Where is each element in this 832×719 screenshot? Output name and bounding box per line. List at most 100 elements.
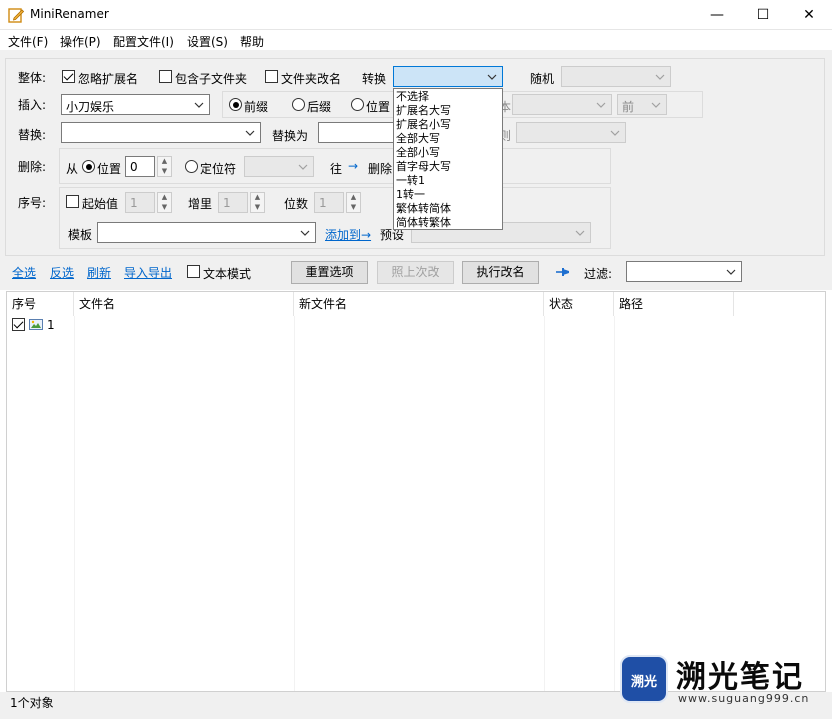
position-radio[interactable]	[351, 98, 364, 111]
row-checkbox[interactable]	[12, 318, 25, 331]
template-combo[interactable]	[97, 222, 316, 243]
watermark-logo: 溯光	[620, 655, 668, 703]
repeat-last-button[interactable]: 照上次改	[377, 261, 454, 284]
pin-icon[interactable]	[555, 266, 571, 278]
execute-rename-button[interactable]: 执行改名	[462, 261, 539, 284]
column-header-newname[interactable]: 新文件名	[294, 292, 544, 316]
delete-position-radio[interactable]	[82, 160, 95, 173]
convert-option[interactable]: 简体转繁体	[396, 216, 451, 229]
spin-down-icon[interactable]: ▼	[347, 203, 360, 212]
convert-option[interactable]: 不选择	[396, 90, 429, 103]
chevron-down-icon	[596, 102, 606, 108]
convert-option[interactable]: 全部大写	[396, 132, 440, 145]
ignore-ext-checkbox[interactable]	[62, 70, 75, 83]
text-mode-checkbox[interactable]	[187, 265, 200, 278]
start-input[interactable]: 1	[125, 192, 155, 213]
locator-combo[interactable]	[244, 156, 314, 177]
watermark-url: www.suguang999.cn	[678, 692, 810, 705]
include-sub-checkbox[interactable]	[159, 70, 172, 83]
chevron-down-icon	[298, 164, 308, 170]
start-value: 1	[130, 196, 138, 210]
insert-combo[interactable]: 小刀娱乐	[61, 94, 210, 115]
spin-up-icon[interactable]: ▲	[347, 193, 360, 202]
convert-option[interactable]: 首字母大写	[396, 160, 451, 173]
convert-option[interactable]: 扩展名大写	[396, 104, 451, 117]
suffix-radio[interactable]	[292, 98, 305, 111]
grid-divider	[294, 316, 295, 691]
delete-label: 删除:	[18, 160, 47, 174]
digits-input[interactable]: 1	[314, 192, 344, 213]
minimize-button[interactable]: —	[694, 0, 740, 30]
invert-selection-link[interactable]: 反选	[50, 264, 74, 281]
image-file-icon	[29, 319, 43, 330]
start-spinner[interactable]: ▲ ▼	[157, 192, 172, 213]
delete-position-input[interactable]: 0	[125, 156, 155, 177]
reset-options-button[interactable]: 重置选项	[291, 261, 368, 284]
menu-help[interactable]: 帮助	[240, 33, 264, 50]
random-combo[interactable]	[561, 66, 671, 87]
convert-option[interactable]: 一转1	[396, 174, 425, 187]
filter-combo[interactable]	[626, 261, 742, 282]
menu-operation[interactable]: 操作(P)	[60, 33, 101, 50]
overall-label: 整体:	[18, 71, 47, 85]
filter-label: 过滤:	[584, 267, 613, 281]
delete-text-label: 删除	[368, 162, 393, 176]
maximize-button[interactable]: ☐	[740, 0, 786, 30]
position-label: 位置	[366, 100, 391, 114]
row-index: 1	[47, 318, 55, 332]
add-to-link[interactable]: 添加到→	[325, 226, 371, 243]
spin-up-icon[interactable]: ▲	[251, 193, 264, 202]
spin-down-icon[interactable]: ▼	[158, 167, 171, 176]
convert-option[interactable]: 繁体转简体	[396, 202, 451, 215]
column-header-status[interactable]: 状态	[544, 292, 614, 316]
refresh-link[interactable]: 刷新	[87, 264, 111, 281]
insert-front-combo[interactable]: 前	[617, 94, 667, 115]
menu-config[interactable]: 配置文件(I)	[113, 33, 174, 50]
folder-rename-checkbox[interactable]	[265, 70, 278, 83]
start-checkbox[interactable]	[66, 195, 79, 208]
convert-combo[interactable]	[393, 66, 503, 87]
increment-input[interactable]: 1	[218, 192, 248, 213]
column-header-index[interactable]: 序号	[7, 292, 74, 316]
table-row[interactable]: 1	[7, 316, 825, 334]
select-all-link[interactable]: 全选	[12, 264, 36, 281]
convert-dropdown-list: 不选择 扩展名大写 扩展名小写 全部大写 全部小写 首字母大写 一转1 1转一 …	[393, 88, 503, 230]
insert-text-combo[interactable]	[512, 94, 612, 115]
prefix-label: 前缀	[244, 100, 269, 114]
replace-label: 替换:	[18, 128, 47, 142]
replace-rule-combo[interactable]	[516, 122, 626, 143]
delete-position-label: 位置	[97, 162, 122, 176]
spin-down-icon[interactable]: ▼	[158, 203, 171, 212]
text-mode-label: 文本模式	[203, 267, 252, 281]
column-header-filename[interactable]: 文件名	[74, 292, 294, 316]
replace-with-label: 替换为	[272, 129, 309, 143]
grid-divider	[614, 316, 615, 691]
window-title: MiniRenamer	[30, 7, 109, 21]
digits-spinner[interactable]: ▲ ▼	[346, 192, 361, 213]
column-header-path[interactable]: 路径	[614, 292, 734, 316]
convert-option[interactable]: 全部小写	[396, 146, 440, 159]
spin-down-icon[interactable]: ▼	[251, 203, 264, 212]
grid-divider	[74, 316, 75, 691]
import-export-link[interactable]: 导入导出	[124, 264, 172, 281]
spin-up-icon[interactable]: ▲	[158, 193, 171, 202]
folder-rename-label: 文件夹改名	[281, 72, 342, 86]
convert-label: 转换	[362, 72, 387, 86]
spin-up-icon[interactable]: ▲	[158, 157, 171, 166]
menu-settings[interactable]: 设置(S)	[187, 33, 228, 50]
locator-radio[interactable]	[185, 160, 198, 173]
close-button[interactable]: ✕	[786, 0, 832, 30]
ignore-ext-label: 忽略扩展名	[78, 72, 139, 86]
convert-option[interactable]: 1转一	[396, 188, 425, 201]
delete-position-spinner[interactable]: ▲ ▼	[157, 156, 172, 177]
convert-option[interactable]: 扩展名小写	[396, 118, 451, 131]
prefix-radio[interactable]	[229, 98, 242, 111]
increment-spinner[interactable]: ▲ ▼	[250, 192, 265, 213]
replace-with-input[interactable]	[318, 122, 396, 143]
chevron-down-icon	[655, 74, 665, 80]
insert-front-value: 前	[622, 100, 635, 114]
menu-file[interactable]: 文件(F)	[8, 33, 48, 50]
file-table: 序号 文件名 新文件名 状态 路径 1	[6, 291, 826, 692]
delete-direction-arrow[interactable]: →	[348, 159, 358, 173]
replace-combo[interactable]	[61, 122, 261, 143]
